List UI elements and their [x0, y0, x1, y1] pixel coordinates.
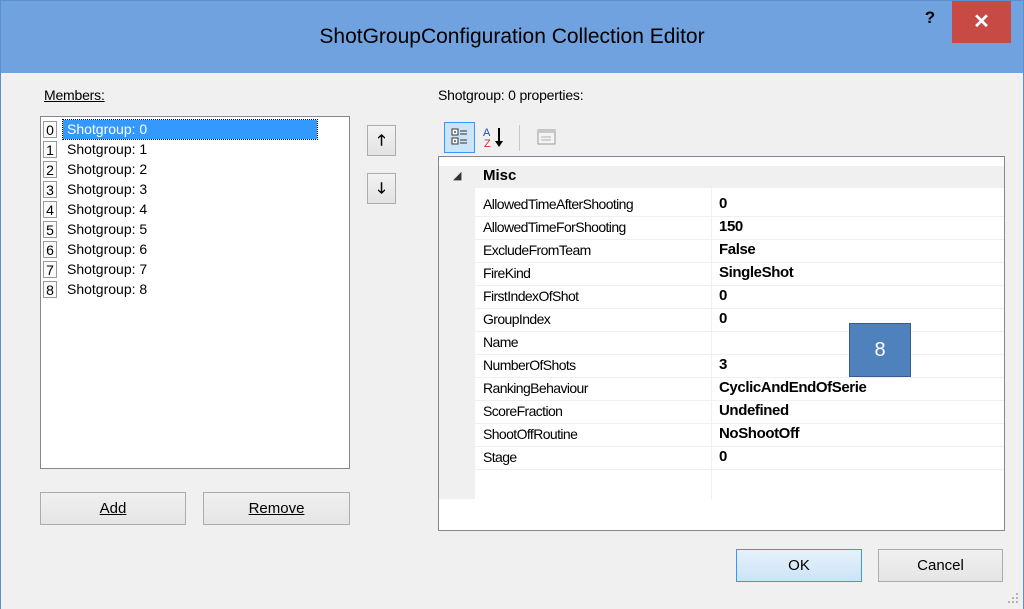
- alphabetical-button[interactable]: A Z: [479, 122, 509, 153]
- property-row[interactable]: RankingBehaviour CyclicAndEndOfSerie: [475, 378, 1004, 401]
- member-label: Shotgroup: 7: [67, 261, 148, 277]
- property-row[interactable]: AllowedTimeAfterShooting 0: [475, 194, 1004, 217]
- move-down-button[interactable]: 🡓: [367, 173, 396, 204]
- category-row-misc[interactable]: ◢ Misc: [439, 166, 1004, 188]
- svg-text:Z: Z: [484, 138, 491, 150]
- property-value[interactable]: 3: [719, 356, 727, 373]
- property-pages-button[interactable]: [531, 122, 561, 153]
- help-button[interactable]: ?: [907, 1, 953, 41]
- category-label: Misc: [483, 167, 517, 184]
- property-value[interactable]: 0: [719, 310, 727, 327]
- property-name: ShootOffRoutine: [483, 426, 578, 442]
- member-index: 7: [43, 261, 57, 278]
- annotation-badge: 8: [849, 323, 911, 377]
- property-name: RankingBehaviour: [483, 380, 588, 396]
- member-index: 5: [43, 221, 57, 238]
- list-item[interactable]: 1 Shotgroup: 1: [43, 140, 347, 160]
- grid-left-margin: [439, 188, 475, 499]
- property-value[interactable]: 150: [719, 218, 743, 235]
- add-button[interactable]: Add: [40, 492, 186, 525]
- property-row[interactable]: ShootOffRoutine NoShootOff: [475, 424, 1004, 447]
- member-index: 0: [43, 121, 57, 138]
- remove-button-label: Remove: [248, 500, 305, 517]
- members-list[interactable]: 0 Shotgroup: 0 1 Shotgroup: 1 2 Shotgrou…: [40, 116, 350, 469]
- member-label: Shotgroup: 3: [67, 181, 148, 197]
- member-index: 1: [43, 141, 57, 158]
- property-name: ScoreFraction: [483, 403, 563, 419]
- property-name: AllowedTimeForShooting: [483, 219, 626, 235]
- property-row[interactable]: GroupIndex 0: [475, 309, 1004, 332]
- member-label: Shotgroup: 2: [67, 161, 148, 177]
- property-row[interactable]: Stage 0: [475, 447, 1004, 470]
- list-item[interactable]: 3 Shotgroup: 3: [43, 180, 347, 200]
- members-label: Members:: [44, 87, 105, 103]
- list-item[interactable]: 2 Shotgroup: 2: [43, 160, 347, 180]
- property-pages-icon: [537, 129, 556, 145]
- property-value[interactable]: Undefined: [719, 402, 789, 419]
- cancel-button[interactable]: Cancel: [878, 549, 1003, 582]
- member-index: 2: [43, 161, 57, 178]
- member-label: Shotgroup: 0: [62, 119, 318, 140]
- toolbar-separator: [519, 125, 520, 151]
- property-row[interactable]: AllowedTimeForShooting 150: [475, 217, 1004, 240]
- property-row[interactable]: FirstIndexOfShot 0: [475, 286, 1004, 309]
- property-name: NumberOfShots: [483, 357, 576, 373]
- property-name: ExcludeFromTeam: [483, 242, 591, 258]
- window-title: ShotGroupConfiguration Collection Editor: [319, 25, 705, 48]
- list-item[interactable]: 8 Shotgroup: 8: [43, 280, 347, 300]
- property-name: FireKind: [483, 265, 531, 281]
- property-value[interactable]: 0: [719, 195, 727, 212]
- property-value[interactable]: SingleShot: [719, 264, 794, 281]
- property-value[interactable]: 0: [719, 287, 727, 304]
- collection-editor-window: ShotGroupConfiguration Collection Editor…: [0, 0, 1024, 609]
- property-row[interactable]: ExcludeFromTeam False: [475, 240, 1004, 263]
- property-name: FirstIndexOfShot: [483, 288, 579, 304]
- member-label: Shotgroup: 5: [67, 221, 148, 237]
- member-label: Shotgroup: 1: [67, 141, 148, 157]
- list-item[interactable]: 4 Shotgroup: 4: [43, 200, 347, 220]
- property-name: AllowedTimeAfterShooting: [483, 196, 634, 212]
- title-bar[interactable]: ShotGroupConfiguration Collection Editor…: [1, 1, 1023, 73]
- member-label: Shotgroup: 8: [67, 281, 148, 297]
- member-index: 4: [43, 201, 57, 218]
- member-index: 8: [43, 281, 57, 298]
- property-row[interactable]: NumberOfShots 3: [475, 355, 1004, 378]
- list-item[interactable]: 5 Shotgroup: 5: [43, 220, 347, 240]
- member-index: 3: [43, 181, 57, 198]
- property-value[interactable]: CyclicAndEndOfSerie: [719, 379, 867, 396]
- property-value[interactable]: 0: [719, 448, 727, 465]
- member-index: 6: [43, 241, 57, 258]
- add-button-label: Add: [99, 500, 127, 517]
- collapse-triangle-icon[interactable]: ◢: [453, 169, 461, 182]
- close-button[interactable]: ✕: [952, 1, 1011, 43]
- categorized-icon: [451, 128, 467, 145]
- list-item[interactable]: 6 Shotgroup: 6: [43, 240, 347, 260]
- properties-label: Shotgroup: 0 properties:: [438, 87, 584, 103]
- property-name: GroupIndex: [483, 311, 551, 327]
- member-label: Shotgroup: 6: [67, 241, 148, 257]
- list-item[interactable]: 0 Shotgroup: 0: [43, 119, 347, 140]
- property-value[interactable]: NoShootOff: [719, 425, 800, 442]
- categorized-button[interactable]: [444, 122, 475, 153]
- move-up-button[interactable]: 🡑: [367, 125, 396, 156]
- member-label: Shotgroup: 4: [67, 201, 148, 217]
- property-row[interactable]: Name: [475, 332, 1004, 355]
- ok-button[interactable]: OK: [736, 549, 862, 582]
- remove-button[interactable]: Remove: [203, 492, 350, 525]
- list-item[interactable]: 7 Shotgroup: 7: [43, 260, 347, 280]
- property-grid[interactable]: ◢ Misc AllowedTimeAfterShooting 0 Allowe…: [438, 156, 1005, 531]
- resize-grip-icon[interactable]: [1007, 592, 1019, 604]
- property-name: Stage: [483, 449, 517, 465]
- property-row[interactable]: ScoreFraction Undefined: [475, 401, 1004, 424]
- alphabetical-sort-icon: A Z: [483, 127, 503, 150]
- property-name: Name: [483, 334, 519, 350]
- members-label-text: Members:: [44, 87, 105, 103]
- property-value[interactable]: False: [719, 241, 756, 258]
- property-row[interactable]: FireKind SingleShot: [475, 263, 1004, 286]
